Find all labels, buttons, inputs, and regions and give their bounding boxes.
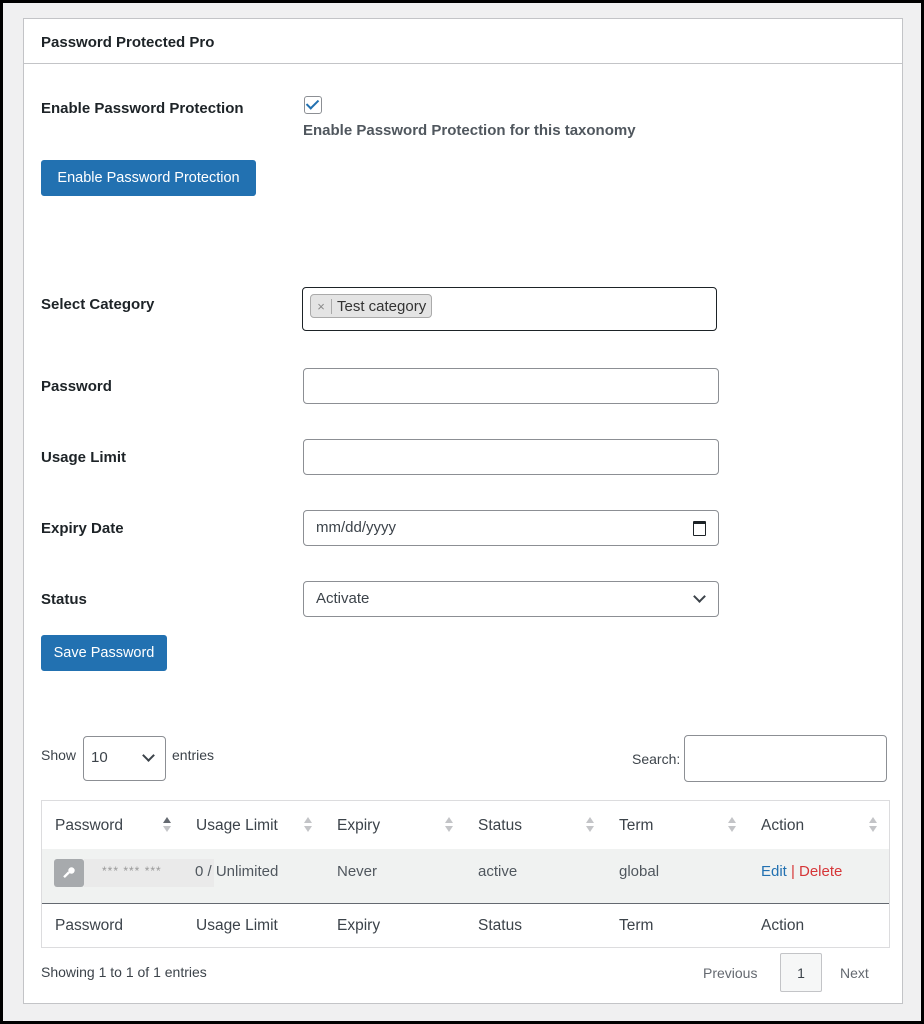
key-icon: [54, 859, 84, 887]
show-label: Show: [41, 747, 77, 763]
calendar-icon[interactable]: [693, 521, 706, 536]
category-chip: × Test category: [310, 294, 433, 318]
sort-icon[interactable]: [586, 817, 594, 835]
entries-length-value: 10: [91, 749, 108, 766]
previous-button[interactable]: Previous: [703, 965, 757, 981]
panel-title: Password Protected Pro: [41, 34, 215, 51]
column-footer-usage-limit: Usage Limit: [196, 917, 278, 934]
passwords-table: Password Usage Limit Expiry Status Term …: [41, 800, 890, 948]
sort-icon[interactable]: [304, 817, 312, 835]
column-header-password[interactable]: Password: [55, 817, 123, 835]
column-footer-term: Term: [619, 917, 654, 934]
chip-remove-icon[interactable]: ×: [311, 298, 332, 314]
status-select[interactable]: Activate: [303, 581, 719, 617]
chevron-down-icon: [142, 749, 155, 762]
expiry-date-label: Expiry Date: [41, 520, 124, 537]
action-separator: |: [791, 863, 795, 880]
search-label: Search:: [632, 751, 681, 767]
table-search-input[interactable]: [684, 735, 887, 782]
masked-password-text: *** *** ***: [102, 864, 162, 878]
status-label: Status: [41, 591, 87, 608]
delete-link[interactable]: Delete: [799, 863, 842, 880]
enable-protection-label: Enable Password Protection: [41, 100, 244, 117]
column-footer-expiry: Expiry: [337, 917, 381, 934]
table-info: Showing 1 to 1 of 1 entries: [41, 964, 207, 980]
sort-icon[interactable]: [728, 817, 736, 835]
column-header-usage-limit[interactable]: Usage Limit: [196, 817, 278, 835]
cell-term: global: [619, 863, 660, 880]
page-1-button[interactable]: 1: [780, 953, 822, 992]
column-footer-action: Action: [761, 917, 805, 934]
column-footer-password: Password: [55, 917, 124, 934]
table-footer-row: Password Usage Limit Expiry Status Term …: [42, 904, 889, 947]
column-header-term[interactable]: Term: [619, 817, 653, 835]
expiry-date-placeholder: mm/dd/yyyy: [316, 519, 397, 536]
table-header-row: Password Usage Limit Expiry Status Term …: [42, 801, 889, 850]
save-password-button[interactable]: Save Password: [41, 635, 167, 671]
category-select[interactable]: × Test category: [302, 287, 717, 331]
sort-icon[interactable]: [869, 817, 877, 835]
table-row: *** *** *** 0 / Unlimited Never active g…: [42, 849, 889, 904]
sort-icon[interactable]: [163, 817, 171, 835]
column-header-expiry[interactable]: Expiry: [337, 817, 380, 835]
settings-panel: Password Protected Pro Enable Password P…: [23, 18, 903, 1004]
select-category-label: Select Category: [41, 296, 155, 313]
enable-protection-description: Enable Password Protection for this taxo…: [303, 122, 636, 139]
column-header-action[interactable]: Action: [761, 817, 804, 835]
edit-link[interactable]: Edit: [761, 863, 787, 880]
password-input[interactable]: [303, 368, 719, 404]
status-value: Activate: [316, 590, 370, 607]
sort-icon[interactable]: [445, 817, 453, 835]
entries-length-select[interactable]: 10: [83, 736, 166, 781]
cell-usage-limit: 0 / Unlimited: [195, 863, 279, 880]
category-chip-label: Test category: [337, 297, 427, 315]
window-frame: Password Protected Pro Enable Password P…: [0, 0, 924, 1024]
column-header-status[interactable]: Status: [478, 817, 522, 835]
enable-protection-button[interactable]: Enable Password Protection: [41, 160, 256, 196]
enable-protection-checkbox[interactable]: [304, 96, 322, 114]
usage-limit-input[interactable]: [303, 439, 719, 475]
usage-limit-label: Usage Limit: [41, 449, 127, 466]
chevron-down-icon: [693, 590, 706, 603]
entries-label: entries: [172, 747, 215, 763]
cell-expiry: Never: [337, 863, 378, 880]
panel-header: Password Protected Pro: [24, 19, 902, 64]
next-button[interactable]: Next: [840, 965, 869, 981]
expiry-date-input[interactable]: mm/dd/yyyy: [303, 510, 719, 546]
password-label: Password: [41, 378, 112, 395]
cell-status: active: [478, 863, 518, 880]
column-footer-status: Status: [478, 917, 522, 934]
